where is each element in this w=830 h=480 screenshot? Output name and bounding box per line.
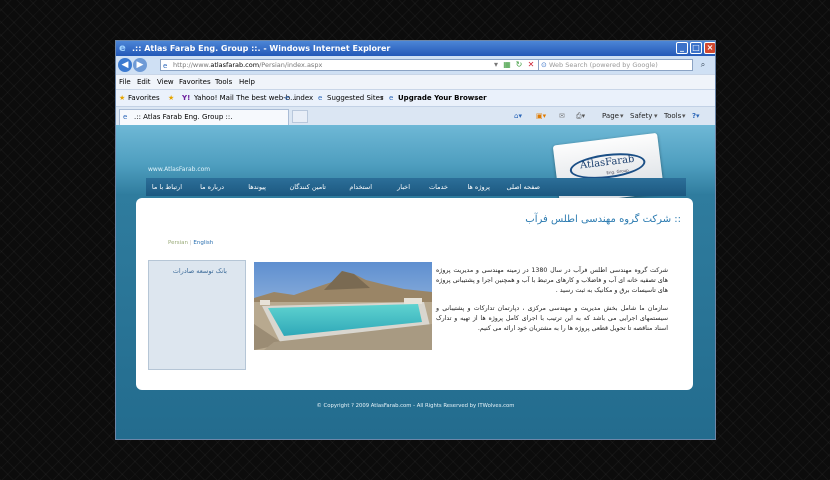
new-tab-button[interactable]: [292, 110, 308, 123]
paragraph-organization: سازمان ما شامل بخش مدیریت و مهندسی مرکزی…: [436, 305, 668, 332]
paragraph-intro: شرکت گروه مهندسی اطلس فرآب در سال 1380 د…: [436, 267, 668, 294]
address-row: ◀ ▶ e http://www.atlasfarab.com/Persian/…: [116, 56, 715, 74]
favorites-button[interactable]: Favorites: [128, 90, 160, 107]
fav-yahoo[interactable]: Yahoo! Mail The best web-b...: [194, 90, 297, 107]
menu-favorites[interactable]: Favorites: [179, 75, 211, 89]
dropdown-icon[interactable]: ▾: [491, 60, 501, 70]
menu-file[interactable]: File: [119, 75, 131, 89]
treatment-plant-photo: [254, 262, 432, 350]
photo-svg: [254, 262, 432, 350]
nav-news[interactable]: اخبار: [397, 178, 410, 196]
compatibility-icon[interactable]: ▦: [502, 60, 512, 70]
tab-row: e .:: Atlas Farab Eng. Group ::. ⌂▾ ▣▾ ✉…: [116, 106, 715, 126]
nav-links[interactable]: پیوندها: [248, 178, 266, 196]
minimize-button[interactable]: _: [676, 42, 688, 54]
mail-icon[interactable]: ✉: [559, 107, 565, 126]
safety-chevron-icon[interactable]: ▾: [654, 107, 658, 126]
nav-home[interactable]: صفحه اصلی: [507, 178, 540, 196]
tab-page-icon: e: [123, 113, 128, 121]
menu-edit[interactable]: Edit: [137, 75, 151, 89]
sidebar-box: بانک توسعه صادرات: [148, 260, 246, 370]
search-placeholder: Web Search (powered by Google): [549, 61, 658, 69]
page-menu[interactable]: Page: [602, 107, 619, 126]
lang-persian[interactable]: Persian: [168, 240, 188, 246]
tools-menu[interactable]: Tools: [664, 107, 681, 126]
nav-suppliers[interactable]: تامین کنندگان: [289, 178, 326, 196]
ie-logo-icon: e: [119, 43, 126, 54]
address-domain: atlasfarab.com: [210, 61, 260, 69]
maximize-button[interactable]: □: [690, 42, 702, 54]
address-path: /Persian/index.aspx: [259, 61, 323, 69]
nav-contact[interactable]: ارتباط با ما: [152, 178, 182, 196]
forward-button[interactable]: ▶: [133, 58, 147, 72]
window-title: .:: Atlas Farab Eng. Group ::. - Windows…: [132, 44, 391, 53]
nav-services[interactable]: خدمات: [429, 178, 448, 196]
tab-atlas-farab[interactable]: e .:: Atlas Farab Eng. Group ::.: [119, 109, 289, 125]
yahoo-icon: Y!: [182, 94, 191, 102]
favorites-star-icon: ★: [119, 94, 126, 102]
home-icon[interactable]: ⌂▾: [514, 107, 522, 126]
nav-careers[interactable]: استخدام: [349, 178, 372, 196]
body-text: شرکت گروه مهندسی اطلس فرآب در سال 1380 د…: [436, 266, 668, 342]
page-chevron-icon[interactable]: ▾: [620, 107, 624, 126]
page-footer: © Copyright ? 2009 AtlasFarab.com - All …: [316, 403, 515, 409]
search-provider-icon: ⊙: [541, 61, 547, 69]
nav-projects[interactable]: پروژه ها: [467, 178, 490, 196]
upgrade-chevron-icon[interactable]: ▾: [474, 90, 478, 107]
suggested-sites-icon: e: [318, 94, 323, 102]
browser-window: e .:: Atlas Farab Eng. Group ::. - Windo…: [115, 40, 716, 440]
web-page: www.AtlasFarab.com AtlasFarab Eng. Group…: [116, 125, 715, 439]
feeds-icon[interactable]: ▣▾: [536, 107, 546, 126]
address-prefix: http://www.: [173, 61, 211, 69]
lang-english[interactable]: English: [193, 240, 213, 246]
favorites-bar: ★ Favorites ★ Y! Yahoo! Mail The best we…: [116, 89, 715, 107]
menu-bar: File Edit View Favorites Tools Help: [116, 74, 715, 89]
site-url: www.AtlasFarab.com: [148, 166, 211, 173]
fav-suggested[interactable]: Suggested Sites: [327, 90, 384, 107]
menu-tools[interactable]: Tools: [215, 75, 232, 89]
language-switch: Persian | English: [168, 240, 213, 246]
stop-icon[interactable]: ✕: [526, 60, 536, 70]
refresh-icon[interactable]: ↻: [514, 60, 524, 70]
back-button[interactable]: ◀: [118, 58, 132, 72]
print-icon[interactable]: ⎙▾: [576, 107, 585, 126]
ie-page-icon: e: [285, 94, 290, 102]
sidebar-link-export-bank[interactable]: بانک توسعه صادرات: [173, 267, 227, 275]
menu-help[interactable]: Help: [239, 75, 255, 89]
page-icon: e: [163, 62, 168, 70]
fav-index[interactable]: index: [294, 90, 313, 107]
menu-view[interactable]: View: [157, 75, 174, 89]
site-nav: صفحه اصلی پروژه ها خدمات اخبار استخدام ت…: [146, 178, 686, 196]
upgrade-icon: e: [389, 94, 394, 102]
title-bar: e .:: Atlas Farab Eng. Group ::. - Windo…: [116, 41, 715, 56]
chevron-down-icon[interactable]: ▾: [380, 90, 384, 107]
nav-about[interactable]: درباره ما: [200, 178, 224, 196]
tools-chevron-icon[interactable]: ▾: [682, 107, 686, 126]
close-button[interactable]: ×: [704, 42, 715, 54]
page-heading: :: شرکت گروه مهندسی اطلس فرآب: [525, 214, 681, 225]
safety-menu[interactable]: Safety: [630, 107, 652, 126]
content-panel: :: شرکت گروه مهندسی اطلس فرآب Persian | …: [136, 198, 693, 390]
add-favorite-icon[interactable]: ★: [168, 90, 174, 107]
search-input[interactable]: ⊙ Web Search (powered by Google): [538, 59, 693, 71]
search-icon[interactable]: ⌕: [696, 59, 710, 71]
tab-label: .:: Atlas Farab Eng. Group ::.: [134, 113, 233, 121]
help-icon[interactable]: ?▾: [692, 107, 700, 126]
